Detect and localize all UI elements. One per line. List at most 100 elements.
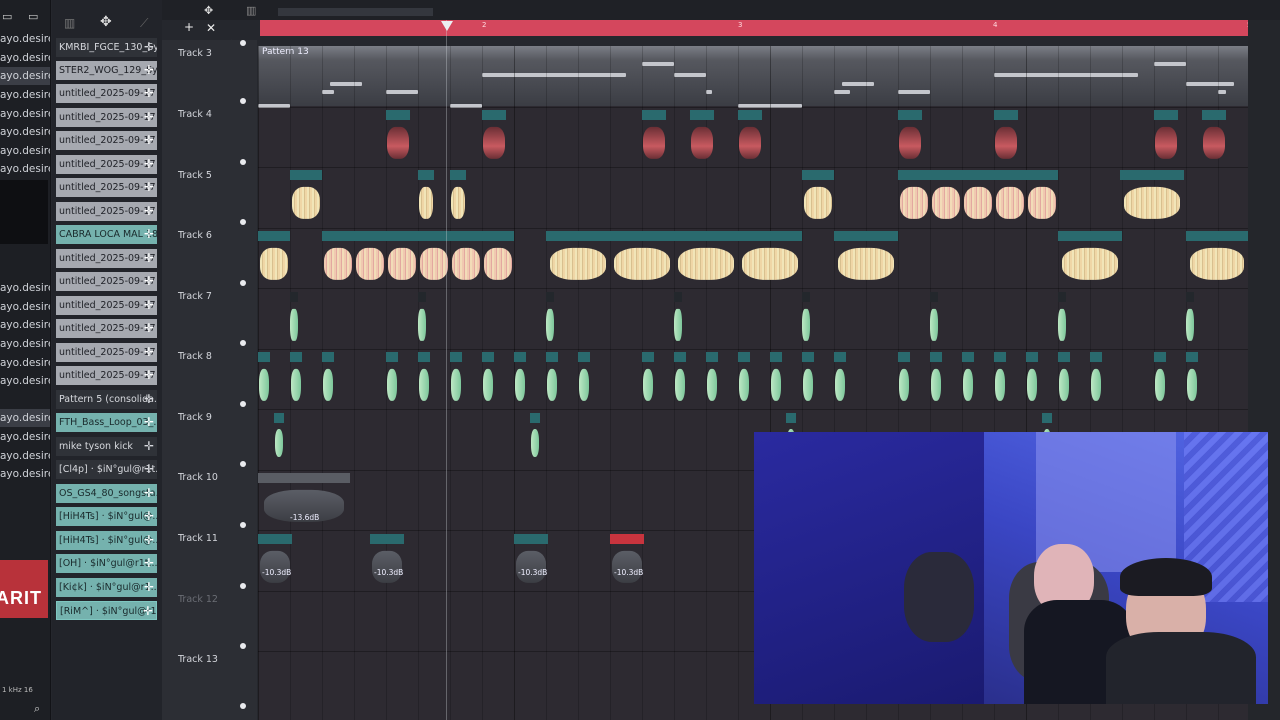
track-name[interactable]: Track 7 [178,291,212,302]
browser-item[interactable]: ayo.desire) + [0,105,50,123]
drum-hit-clip[interactable] [1154,352,1166,408]
drum-hit-clip[interactable] [450,352,462,408]
audio-clip[interactable]: [... [994,110,1018,166]
brush-icon[interactable]: ⟋ [140,16,148,31]
window-icon[interactable]: ▭ [28,10,38,23]
track-name[interactable]: Track 11 [178,533,218,544]
audio-clip[interactable]: 0...m [354,231,386,287]
drum-hit-clip[interactable] [1186,352,1198,408]
track-name[interactable]: Track 5 [178,170,212,181]
pattern-clip[interactable]: Pattern 13 [258,46,1248,108]
drum-hit-clip[interactable] [274,413,284,463]
channel-button[interactable]: Pattern 5 (consolida... ✛ [56,390,157,409]
browser-item[interactable]: ayo.desire) + [0,160,50,178]
track-name[interactable]: Track 9 [178,412,212,423]
browser-item[interactable]: ayo.desire) + ★ [0,67,50,85]
channel-button[interactable]: untitled_2025-09-17 00...✛ [56,343,157,362]
drum-hit-clip[interactable] [802,352,814,408]
browser-item[interactable]: ayo.desire) + [0,279,50,297]
channel-button[interactable]: [HiH4Ts] · $iN°gul@... ✛ [56,531,157,550]
drum-hit-clip[interactable] [930,352,942,408]
audio-clip[interactable]: OS_GS...te_Am [674,231,738,287]
channel-button[interactable]: untitled_2025-09-17 00...✛ [56,178,157,197]
audio-clip[interactable]: [... [386,110,410,166]
track-name[interactable]: Track 12 [178,594,218,605]
channel-button[interactable]: STER2_WOG_129_Syn...✛ [56,61,157,80]
timeline-ruler[interactable]: 2 3 4 5 [260,20,1251,36]
drum-hit-clip[interactable] [546,352,558,408]
browser-item[interactable]: ayo.desire) + [0,49,50,67]
drum-hit-clip[interactable] [1186,292,1194,348]
audio-clip[interactable]: OS_GS...te_Am [610,231,674,287]
track-enable-toggle[interactable] [240,40,246,46]
add-channel-icon[interactable]: ✛ [144,84,154,103]
channel-button[interactable]: untitled_2025-09-17 00...✛ [56,319,157,338]
audio-clip[interactable]: [OH] · $iN°...esire) -13.6dB [258,473,350,529]
audio-clip[interactable]: 0...m [898,170,930,226]
add-channel-icon[interactable]: ✛ [144,178,154,197]
audio-clip[interactable]: [... [738,110,762,166]
audio-clip[interactable]: [Ri... -10.3dB [258,534,292,590]
audio-clip[interactable]: 0...m [994,170,1026,226]
add-channel-icon[interactable]: ✛ [144,249,154,268]
drum-hit-clip[interactable] [546,292,554,348]
drum-hit-clip[interactable] [706,352,718,408]
track-enable-toggle[interactable] [240,280,246,286]
add-channel-icon[interactable]: ✛ [144,366,154,385]
playhead-marker-icon[interactable] [441,21,453,31]
add-channel-icon[interactable]: ✛ [144,531,154,550]
audio-clip[interactable]: ...m [962,170,994,226]
audio-clip[interactable]: 0...m [322,231,354,287]
add-channel-icon[interactable]: ✛ [144,319,154,338]
track-name[interactable]: Track 13 [178,654,218,665]
drum-hit-clip[interactable] [962,352,974,408]
channel-button[interactable]: KMRBI_FGCE_130_Sy... ✛ [56,38,157,57]
move-icon[interactable]: ✥ [100,14,112,30]
audio-clip[interactable]: 0...m [802,170,834,226]
track-name[interactable]: Track 4 [178,109,212,120]
audio-clip[interactable]: 0...m [290,170,322,226]
add-channel-icon[interactable]: ✛ [144,38,154,57]
playhead[interactable] [446,20,447,720]
audio-clip[interactable]: OS_GS...te_Am [1120,170,1184,226]
channel-button[interactable]: untitled_2025-09-17 00...✛ [56,155,157,174]
add-channel-icon[interactable]: ✛ [144,155,154,174]
audio-clip[interactable]: 0...m [386,231,418,287]
add-channel-icon[interactable]: ✛ [144,507,154,526]
add-channel-icon[interactable]: ✛ [144,61,154,80]
channel-button[interactable]: [OH] · $iN°gul@r1t... ✛ [56,554,157,573]
drum-hit-clip[interactable] [642,352,654,408]
browser-item[interactable]: ayo.desire) + [0,465,50,483]
drum-hit-clip[interactable] [1026,352,1038,408]
add-channel-icon[interactable]: ✛ [144,343,154,362]
audio-clip[interactable]: 0...m [258,231,290,287]
folder-icon[interactable]: ▭ [2,10,12,23]
channel-button[interactable]: FTH_Bass_Loop_03_... ✛ [56,413,157,432]
channel-button[interactable]: [Ki¢k] · $iN°gul@r1... ✛ [56,578,157,597]
track-enable-toggle[interactable] [240,340,246,346]
drum-hit-clip[interactable] [290,292,298,348]
audio-clip[interactable]: 0...m [482,231,514,287]
drum-hit-clip[interactable] [258,352,270,408]
add-channel-icon[interactable]: ✛ [144,413,154,432]
close-icon[interactable]: ✕ [206,21,216,35]
channel-button[interactable]: untitled_2025-09-17 00...✛ [56,202,157,221]
drum-hit-clip[interactable] [994,352,1006,408]
audio-clip[interactable]: 0...m [450,231,482,287]
snap-icon[interactable]: ▥ [246,4,256,17]
drum-hit-clip[interactable] [770,352,782,408]
drum-hit-clip[interactable] [1058,292,1066,348]
audio-clip[interactable]: [... [898,110,922,166]
channel-button[interactable]: untitled_2025-09-17 00...✛ [56,84,157,103]
browser-item[interactable]: ayo.desire) + [0,428,50,446]
track-enable-toggle[interactable] [240,703,246,709]
browser-item[interactable]: ayo.desire) + [0,316,50,334]
drum-hit-clip[interactable] [930,292,938,348]
add-track-icon[interactable]: + [184,20,194,34]
add-channel-icon[interactable]: ✛ [143,602,153,619]
browser-item[interactable]: ayo.desire) + [0,30,50,48]
track-enable-toggle[interactable] [240,522,246,528]
drum-hit-clip[interactable] [514,352,526,408]
drum-hit-clip[interactable] [418,292,426,348]
track-name[interactable]: Track 8 [178,351,212,362]
